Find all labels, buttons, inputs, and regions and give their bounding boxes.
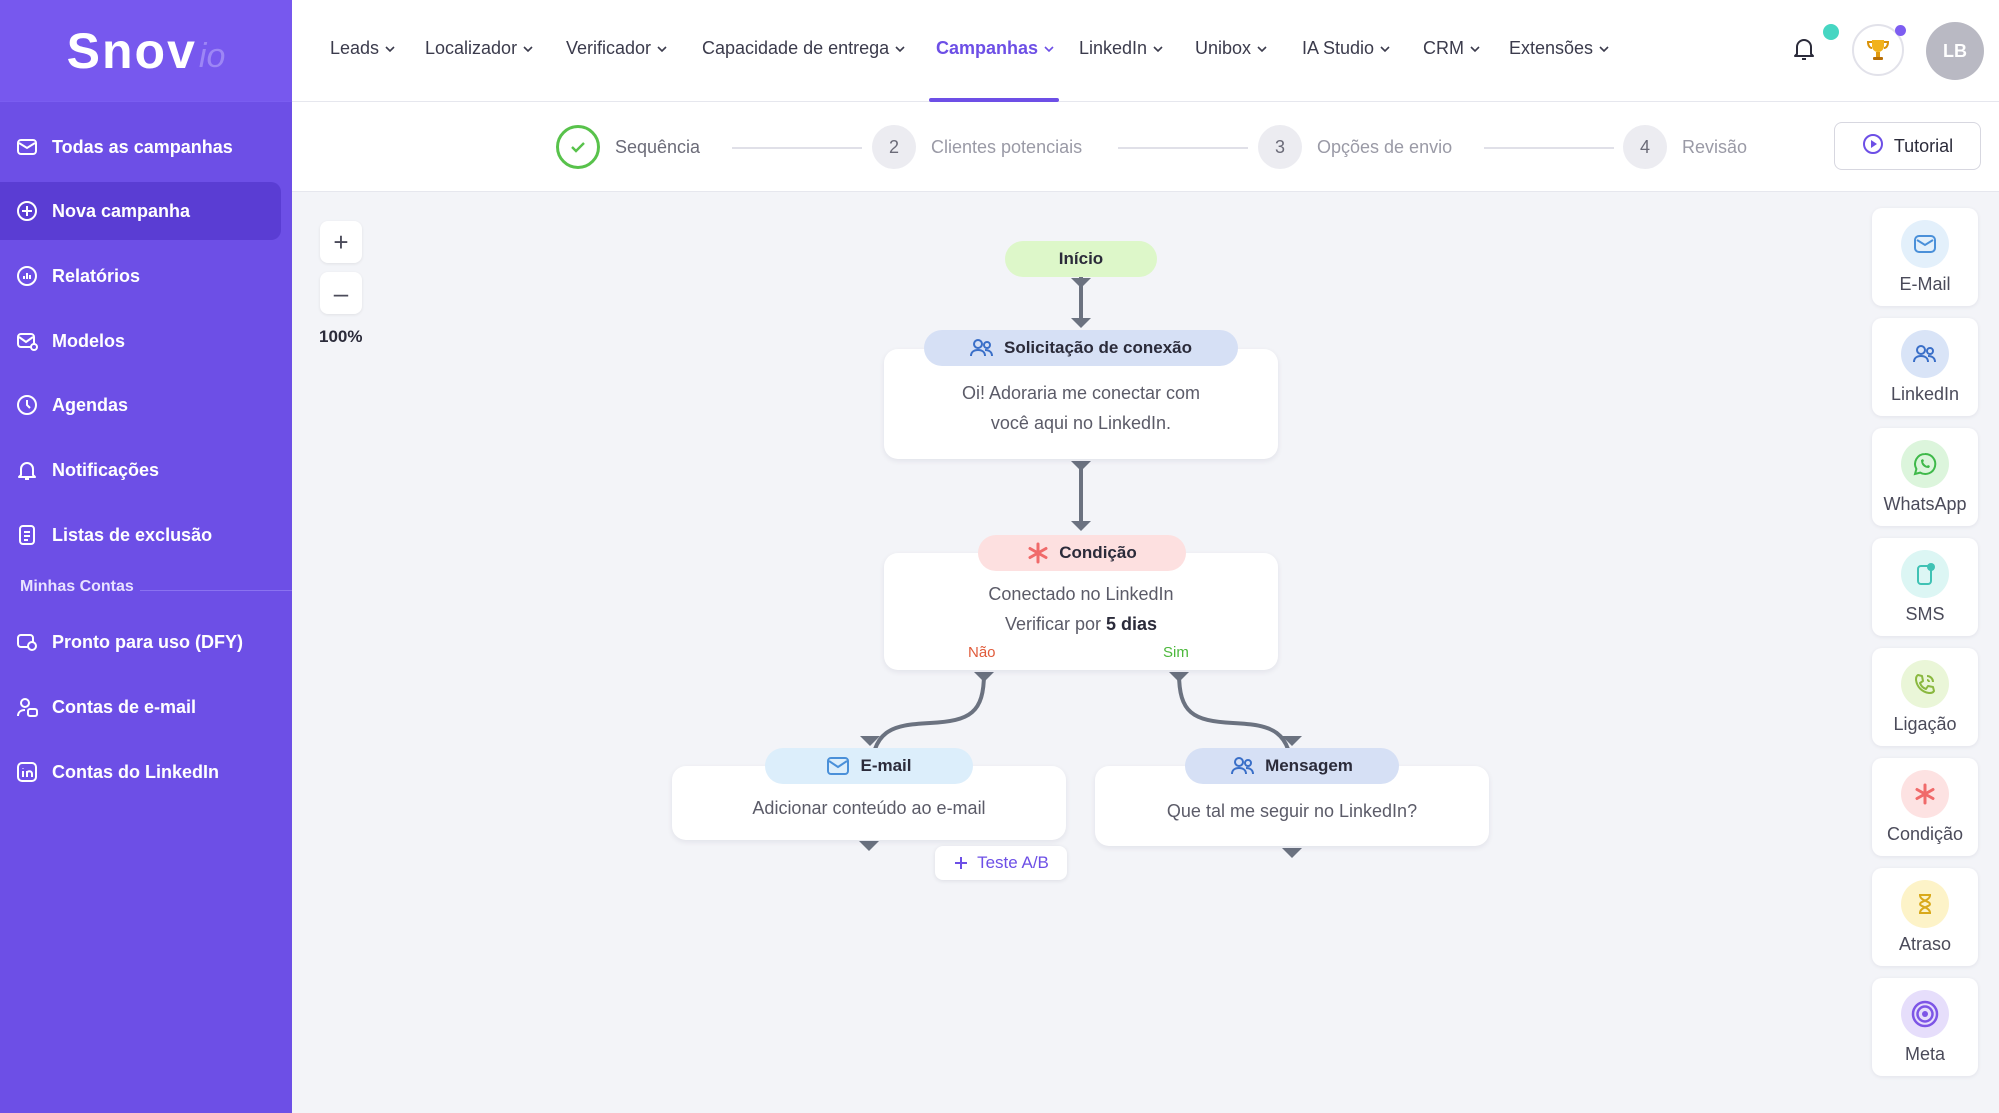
connection-request-title: Solicitação de conexão (1003, 338, 1192, 357)
hourglass-icon (1901, 879, 1949, 928)
tool-meta[interactable]: Meta (1872, 978, 1978, 1076)
tool-atraso[interactable]: Atraso (1872, 868, 1978, 966)
tool-label: Meta (1904, 1043, 1946, 1064)
arrow-down-icon (1282, 848, 1302, 858)
tool-label: LinkedIn (1890, 383, 1960, 404)
email-body: Adicionar conteúdo ao e-mail (752, 798, 986, 818)
branch-yes-label: Sim (1163, 644, 1189, 661)
tool-condicao[interactable]: Condição (1872, 758, 1978, 856)
branch-no-label: Não (968, 644, 996, 661)
arrow-down-icon (974, 672, 994, 682)
tool-label: Ligação (1893, 713, 1957, 734)
arrow-down-icon (1169, 672, 1189, 682)
tool-whatsapp[interactable]: WhatsApp (1872, 428, 1978, 526)
ab-test-button[interactable]: Teste A/B (935, 846, 1067, 880)
tool-linkedin[interactable]: LinkedIn (1872, 318, 1978, 416)
tool-sms[interactable]: SMS (1872, 538, 1978, 636)
people-icon (1231, 756, 1255, 776)
envelope-icon (826, 756, 850, 776)
tool-label: E-Mail (1899, 273, 1951, 294)
arrow-down-icon (1071, 278, 1091, 288)
target-icon (1901, 989, 1949, 1038)
condition-header[interactable]: Condição (978, 535, 1186, 571)
condition-line2-bold: 5 dias (1106, 614, 1158, 634)
connection-request-header[interactable]: Solicitação de conexão (924, 330, 1238, 366)
tool-label: WhatsApp (1883, 493, 1967, 514)
envelope-icon (1901, 219, 1949, 268)
arrow-down-icon (1071, 318, 1091, 328)
arrow-down-icon (1071, 461, 1091, 471)
phone-icon (1901, 659, 1949, 708)
condition-title: Condição (1059, 543, 1137, 562)
tool-label: Atraso (1898, 933, 1952, 954)
message-header[interactable]: Mensagem (1185, 748, 1399, 784)
tool-ligacao[interactable]: Ligação (1872, 648, 1978, 746)
whatsapp-icon (1901, 439, 1949, 488)
people-icon (969, 338, 994, 358)
ab-test-label: Teste A/B (977, 853, 1049, 872)
condition-line1: Conectado no LinkedIn (988, 584, 1174, 604)
asterisk-icon (1901, 769, 1949, 818)
message-title: Mensagem (1265, 756, 1353, 775)
arrow-down-icon (1071, 521, 1091, 531)
condition-line2-prefix: Verificar por (1004, 614, 1106, 634)
connection-request-line1: Oi! Adoraria me conectar com (961, 383, 1201, 403)
email-title: E-mail (860, 756, 912, 775)
arrow-down-icon (859, 841, 879, 851)
plus-icon (953, 855, 969, 871)
message-body: Que tal me seguir no LinkedIn? (1166, 801, 1418, 821)
sms-icon (1901, 549, 1949, 598)
connection-request-line2: você aqui no LinkedIn. (990, 413, 1172, 433)
tool-label: SMS (1905, 603, 1945, 624)
tool-email[interactable]: E-Mail (1872, 208, 1978, 306)
condition-line2: Verificar por 5 dias (884, 609, 1278, 639)
start-node[interactable]: Início (1005, 241, 1157, 277)
asterisk-icon (1027, 542, 1049, 564)
email-header[interactable]: E-mail (765, 748, 973, 784)
tool-label: Condição (1886, 823, 1964, 844)
people-icon (1901, 329, 1949, 378)
